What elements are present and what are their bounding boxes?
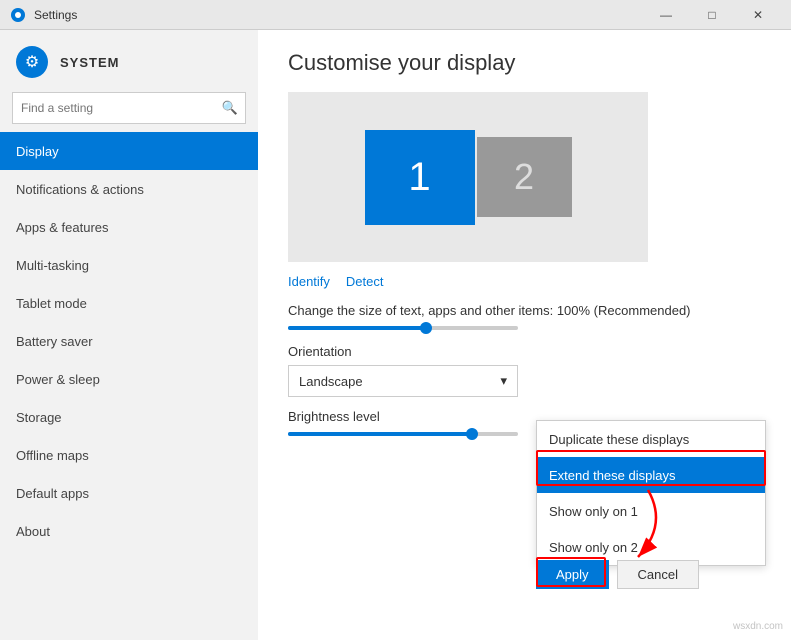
window-title: Settings [34,8,643,22]
app-icon [10,7,26,23]
sidebar-item-power[interactable]: Power & sleep [0,360,258,398]
orientation-dropdown[interactable]: Landscape ▾ [288,365,518,397]
slider-fill [288,326,426,330]
action-buttons: Apply Cancel [536,560,699,589]
brightness-thumb [466,428,478,440]
cancel-button[interactable]: Cancel [617,560,699,589]
watermark: wsxdn.com [733,621,783,632]
multiple-displays-dropdown: Duplicate these displays Extend these di… [536,420,766,566]
close-button[interactable]: ✕ [735,0,781,30]
search-container: 🔍 [12,92,246,124]
page-title: Customise your display [288,50,761,76]
main-content: Customise your display 1 2 Identify Dete… [258,30,791,640]
text-size-slider[interactable] [288,326,518,330]
titlebar: Settings — □ ✕ [0,0,791,30]
sidebar-item-notifications[interactable]: Notifications & actions [0,170,258,208]
sidebar-item-offline[interactable]: Offline maps [0,436,258,474]
dropdown-item-duplicate[interactable]: Duplicate these displays [537,421,765,457]
maximize-button[interactable]: □ [689,0,735,30]
display-preview: 1 2 [288,92,648,262]
sidebar-item-display[interactable]: Display [0,132,258,170]
text-size-label: Change the size of text, apps and other … [288,303,761,318]
apply-button[interactable]: Apply [536,560,609,589]
system-icon: ⚙ [16,46,48,78]
detect-link[interactable]: Detect [346,274,384,289]
chevron-down-icon: ▾ [500,373,507,389]
sidebar-nav: Display Notifications & actions Apps & f… [0,132,258,640]
identify-link[interactable]: Identify [288,274,330,289]
dropdown-item-extend[interactable]: Extend these displays [537,457,765,493]
app-title: SYSTEM [60,55,119,70]
monitor-2[interactable]: 2 [477,137,572,217]
orientation-value: Landscape [299,374,363,389]
window-controls: — □ ✕ [643,0,781,30]
sidebar-item-default[interactable]: Default apps [0,474,258,512]
sidebar: ⚙ SYSTEM 🔍 Display Notifications & actio… [0,30,258,640]
search-icon: 🔍 [222,100,238,116]
sidebar-item-apps[interactable]: Apps & features [0,208,258,246]
minimize-button[interactable]: — [643,0,689,30]
sidebar-header: ⚙ SYSTEM [0,30,258,88]
sidebar-item-tablet[interactable]: Tablet mode [0,284,258,322]
sidebar-item-battery[interactable]: Battery saver [0,322,258,360]
app-container: ⚙ SYSTEM 🔍 Display Notifications & actio… [0,30,791,640]
brightness-slider[interactable] [288,432,518,436]
dropdown-item-show1[interactable]: Show only on 1 [537,493,765,529]
sidebar-item-multitasking[interactable]: Multi-tasking [0,246,258,284]
sidebar-item-about[interactable]: About [0,512,258,550]
search-input[interactable] [12,92,246,124]
brightness-fill [288,432,472,436]
slider-thumb [420,322,432,334]
sidebar-item-storage[interactable]: Storage [0,398,258,436]
display-links: Identify Detect [288,274,761,289]
monitor-1[interactable]: 1 [365,130,475,225]
slider-track [288,326,518,330]
orientation-label: Orientation [288,344,761,359]
